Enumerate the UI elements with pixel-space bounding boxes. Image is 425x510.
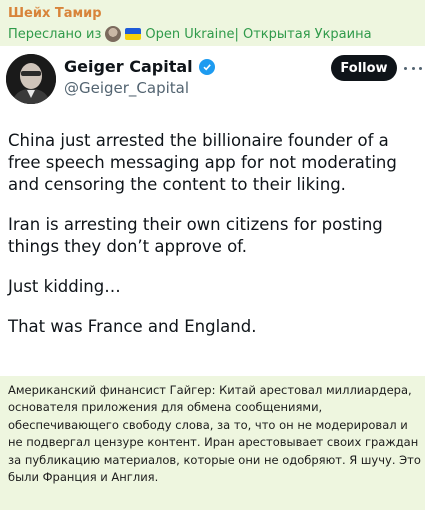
forwarded-prefix: Переслано из — [8, 26, 102, 42]
tweet-paragraph: Iran is arresting their own citizens for… — [8, 215, 383, 256]
avatar — [6, 54, 56, 104]
tweet-body: China just arrested the billionaire foun… — [8, 130, 418, 338]
channel-avatar — [105, 26, 122, 42]
forwarded-channel-name[interactable]: Open Ukraine| Открытая Украина — [145, 27, 371, 42]
sender-name[interactable]: Шейх Тамир — [8, 6, 102, 21]
tweet-paragraph: Just kidding… — [8, 277, 121, 296]
tweet-paragraph: That was France and England. — [8, 317, 257, 336]
author-name-text: Geiger Capital — [64, 57, 193, 76]
tweet-paragraph: China just arrested the billionaire foun… — [8, 131, 397, 194]
verified-badge-icon — [198, 58, 215, 75]
message-caption: Американский финансист Гайгер: Китай аре… — [8, 383, 421, 485]
forwarded-from[interactable]: Переслано из Open Ukraine| Открытая Укра… — [8, 25, 372, 43]
author-handle[interactable]: @Geiger_Capital — [64, 79, 189, 97]
more-options-icon[interactable] — [404, 60, 422, 76]
follow-button[interactable]: Follow — [331, 55, 397, 81]
tweet-screenshot: Geiger Capital @Geiger_Capital Follow Ch… — [0, 46, 425, 376]
ukraine-flag-icon — [125, 28, 142, 40]
message-bubble: Шейх Тамир Переслано из Open Ukraine| От… — [0, 0, 425, 510]
author-name[interactable]: Geiger Capital — [64, 57, 215, 76]
